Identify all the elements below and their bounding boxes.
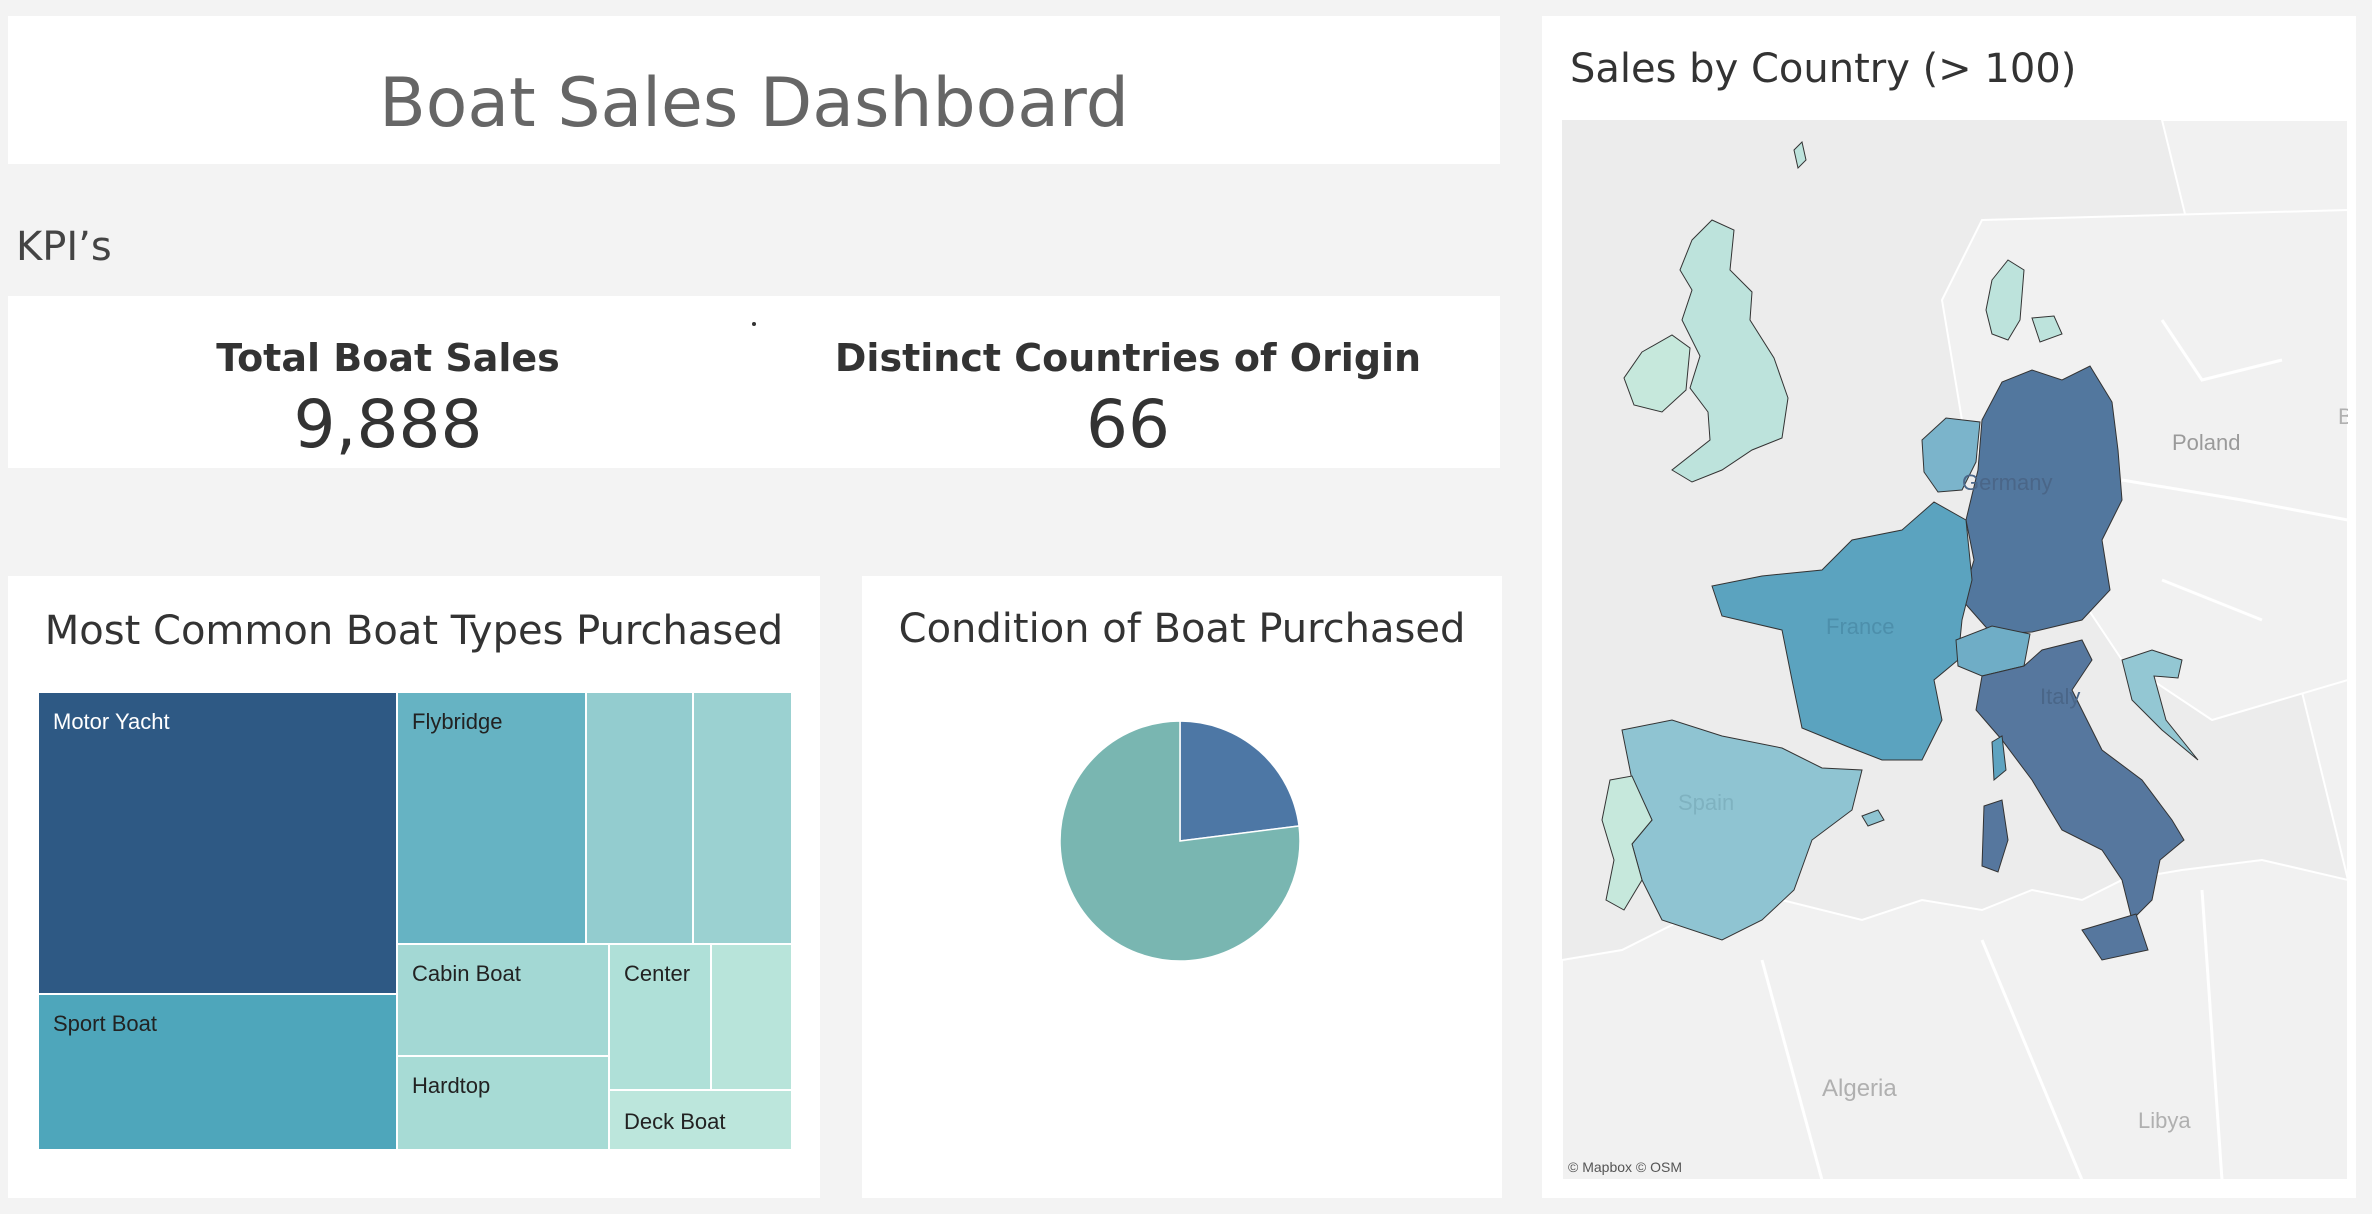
treemap-tile-sport-boat[interactable]: Sport Boat bbox=[38, 994, 397, 1150]
basemap-label-edge: B bbox=[2338, 404, 2348, 429]
divider-dot bbox=[752, 322, 756, 326]
pie-chart bbox=[1059, 720, 1301, 962]
country-italy-sardinia[interactable] bbox=[1981, 799, 2009, 873]
dashboard-title: Boat Sales Dashboard bbox=[379, 64, 1129, 143]
label-spain: Spain bbox=[1678, 790, 1734, 815]
tile-label: Deck Boat bbox=[624, 1109, 726, 1134]
country-spain[interactable] bbox=[1621, 719, 1863, 941]
kpi-countries-value: 66 bbox=[1086, 386, 1170, 463]
tile-label: Hardtop bbox=[412, 1073, 491, 1098]
map-panel: Sales by Country (> 100) Germany France … bbox=[1542, 16, 2356, 1198]
map-view[interactable]: Germany France Spain Italy Poland Algeri… bbox=[1562, 120, 2348, 1180]
tile-label: Center bbox=[624, 961, 691, 986]
treemap-tile-hardtop[interactable]: Hardtop bbox=[397, 1056, 609, 1150]
treemap-title: Most Common Boat Types Purchased bbox=[44, 608, 784, 654]
treemap-panel: Most Common Boat Types Purchased Motor Y… bbox=[8, 576, 820, 1198]
treemap-tile-flybridge[interactable]: Flybridge bbox=[397, 692, 586, 944]
kpi-total-sales-label: Total Boat Sales bbox=[216, 336, 560, 380]
kpi-total-sales[interactable]: Total Boat Sales 9,888 bbox=[88, 336, 688, 463]
balearic-islands bbox=[1861, 809, 1885, 827]
shetland-islands bbox=[1793, 141, 1807, 169]
label-germany: Germany bbox=[1962, 470, 2052, 495]
tile-label: Motor Yacht bbox=[53, 709, 170, 734]
treemap-tile-deck-boat[interactable]: Deck Boat bbox=[609, 1090, 792, 1150]
basemap-label-libya: Libya bbox=[2138, 1108, 2191, 1133]
pie-panel: Condition of Boat Purchased bbox=[862, 576, 1502, 1198]
treemap-tile-unlabeled-a[interactable] bbox=[586, 692, 693, 944]
kpi-total-sales-value: 9,888 bbox=[293, 386, 483, 463]
tile-label: Flybridge bbox=[412, 709, 503, 734]
label-italy: Italy bbox=[2040, 684, 2080, 709]
treemap-tile-motor-yacht[interactable]: Motor Yacht bbox=[38, 692, 397, 994]
country-ireland[interactable] bbox=[1623, 334, 1691, 413]
tile-label: Sport Boat bbox=[53, 1011, 157, 1036]
basemap-label-poland: Poland bbox=[2172, 430, 2241, 455]
title-panel: Boat Sales Dashboard bbox=[8, 16, 1500, 164]
treemap-area: Motor Yacht Sport Boat Flybridge Cabin B… bbox=[38, 692, 792, 1150]
treemap-tile-center[interactable]: Center bbox=[609, 944, 711, 1090]
map-title: Sales by Country (> 100) bbox=[1570, 46, 2077, 92]
pie-slice-0[interactable] bbox=[1179, 720, 1300, 842]
treemap-tile-unlabeled-b[interactable] bbox=[693, 692, 792, 944]
kpi-countries[interactable]: Distinct Countries of Origin 66 bbox=[828, 336, 1428, 463]
kpi-heading: KPI’s bbox=[16, 224, 112, 270]
basemap-label-algeria: Algeria bbox=[1822, 1075, 1897, 1102]
kpi-panel: Total Boat Sales 9,888 Distinct Countrie… bbox=[8, 296, 1500, 468]
map-attribution: © Mapbox © OSM bbox=[1568, 1159, 1682, 1175]
tile-label: Cabin Boat bbox=[412, 961, 521, 986]
treemap-tile-cabin-boat[interactable]: Cabin Boat bbox=[397, 944, 609, 1056]
label-france: France bbox=[1826, 614, 1894, 639]
treemap-tile-unlabeled-c[interactable] bbox=[711, 944, 792, 1090]
kpi-countries-label: Distinct Countries of Origin bbox=[834, 336, 1422, 380]
